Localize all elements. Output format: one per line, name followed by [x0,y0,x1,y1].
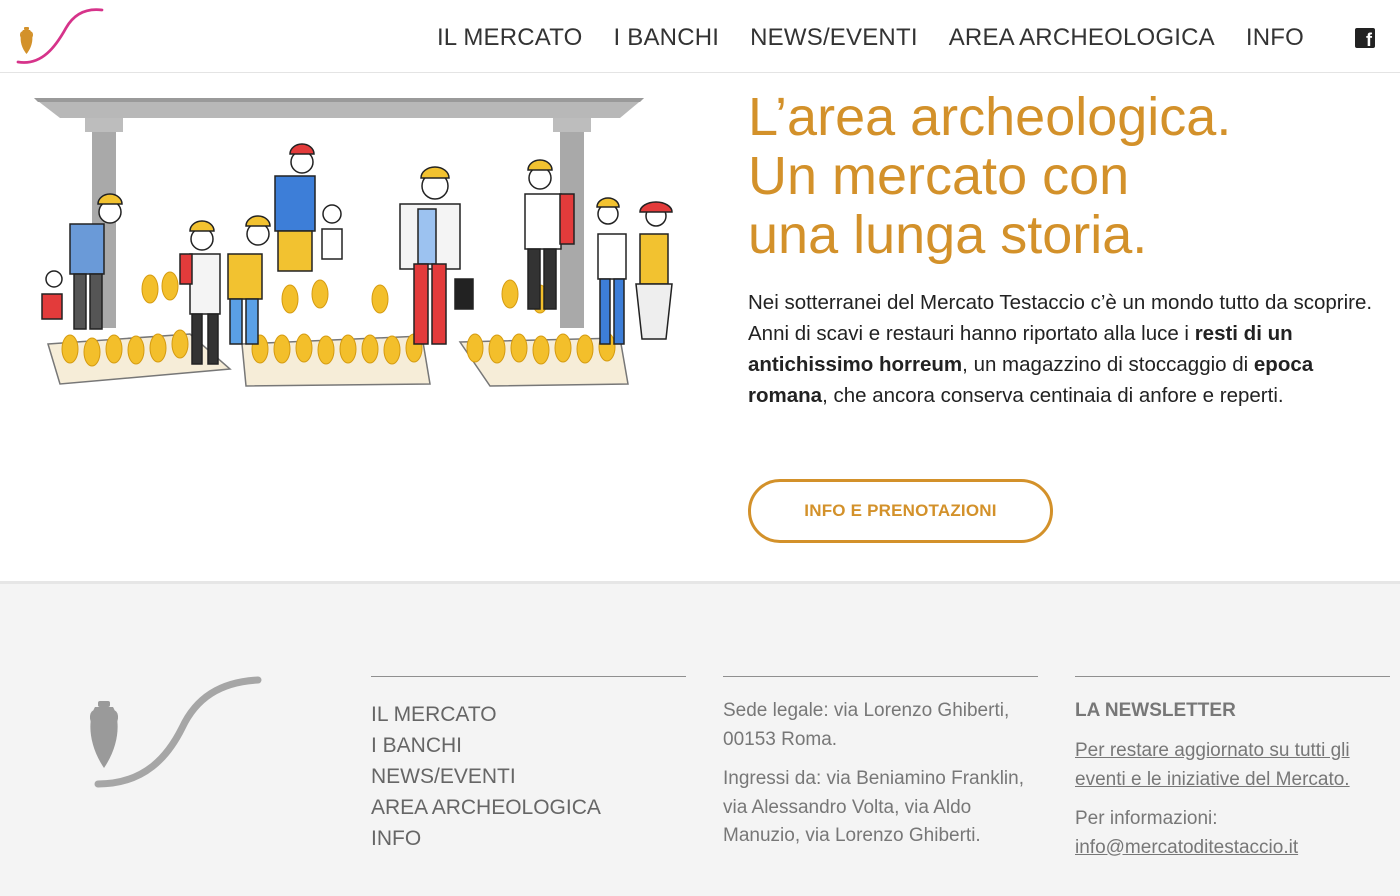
site-footer: IL MERCATO I BANCHI NEWS/EVENTI AREA ARC… [0,581,1400,896]
footer-address-column: Sede legale: via Lorenzo Ghiberti, 00153… [723,676,1038,851]
email-link[interactable]: info@mercatoditestaccio.it [1075,834,1390,863]
facebook-glyph: f [1366,30,1372,50]
nav-info[interactable]: INFO [1246,22,1304,54]
info-label: Per informazioni: [1075,808,1218,829]
hero-title: L’area archeologica. Un mercato con una … [748,88,1388,265]
footer-nav-column: IL MERCATO I BANCHI NEWS/EVENTI AREA ARC… [371,676,686,854]
hero-title-line-1: L’area archeologica. [748,87,1232,147]
footer-nav: IL MERCATO I BANCHI NEWS/EVENTI AREA ARC… [371,699,686,854]
nav-area-archeologica[interactable]: AREA ARCHEOLOGICA [949,22,1215,54]
nav-news-eventi[interactable]: NEWS/EVENTI [750,22,918,54]
hero-text-2: , un magazzino di stoccaggio di [962,353,1254,376]
footer-entrances: Ingressi da: via Beniamino Franklin, via… [723,768,1024,846]
footer-address: Sede legale: via Lorenzo Ghiberti, 00153… [723,700,1010,750]
archaeology-illustration [34,98,673,387]
footer-logo[interactable] [90,676,265,791]
facebook-icon[interactable]: f [1355,28,1375,50]
footer-nav-i-banchi[interactable]: I BANCHI [371,730,686,761]
footer-nav-info[interactable]: INFO [371,823,686,854]
mercato-logo[interactable] [14,6,104,66]
newsletter-link[interactable]: Per restare aggiornato su tutti gli even… [1075,737,1390,794]
hero-text-3: , che ancora conserva centinaia di anfor… [822,384,1284,407]
hero-description: Nei sotterranei del Mercato Testaccio c’… [748,287,1393,411]
footer-nav-il-mercato[interactable]: IL MERCATO [371,699,686,730]
footer-nav-news-eventi[interactable]: NEWS/EVENTI [371,761,686,792]
hero-title-line-2: Un mercato con [748,146,1130,206]
main-nav: IL MERCATO I BANCHI NEWS/EVENTI AREA ARC… [437,22,1304,54]
footer-nav-area-archeologica[interactable]: AREA ARCHEOLOGICA [371,792,686,823]
site-header: IL MERCATO I BANCHI NEWS/EVENTI AREA ARC… [0,0,1400,73]
nav-i-banchi[interactable]: I BANCHI [614,22,720,54]
newsletter-title: LA NEWSLETTER [1075,700,1236,721]
info-prenotazioni-button[interactable]: INFO E PRENOTAZIONI [748,479,1053,543]
footer-newsletter-column: LA NEWSLETTER Per restare aggiornato su … [1075,676,1390,862]
nav-il-mercato[interactable]: IL MERCATO [437,22,583,54]
hero-title-line-3: una lunga storia. [748,205,1148,265]
